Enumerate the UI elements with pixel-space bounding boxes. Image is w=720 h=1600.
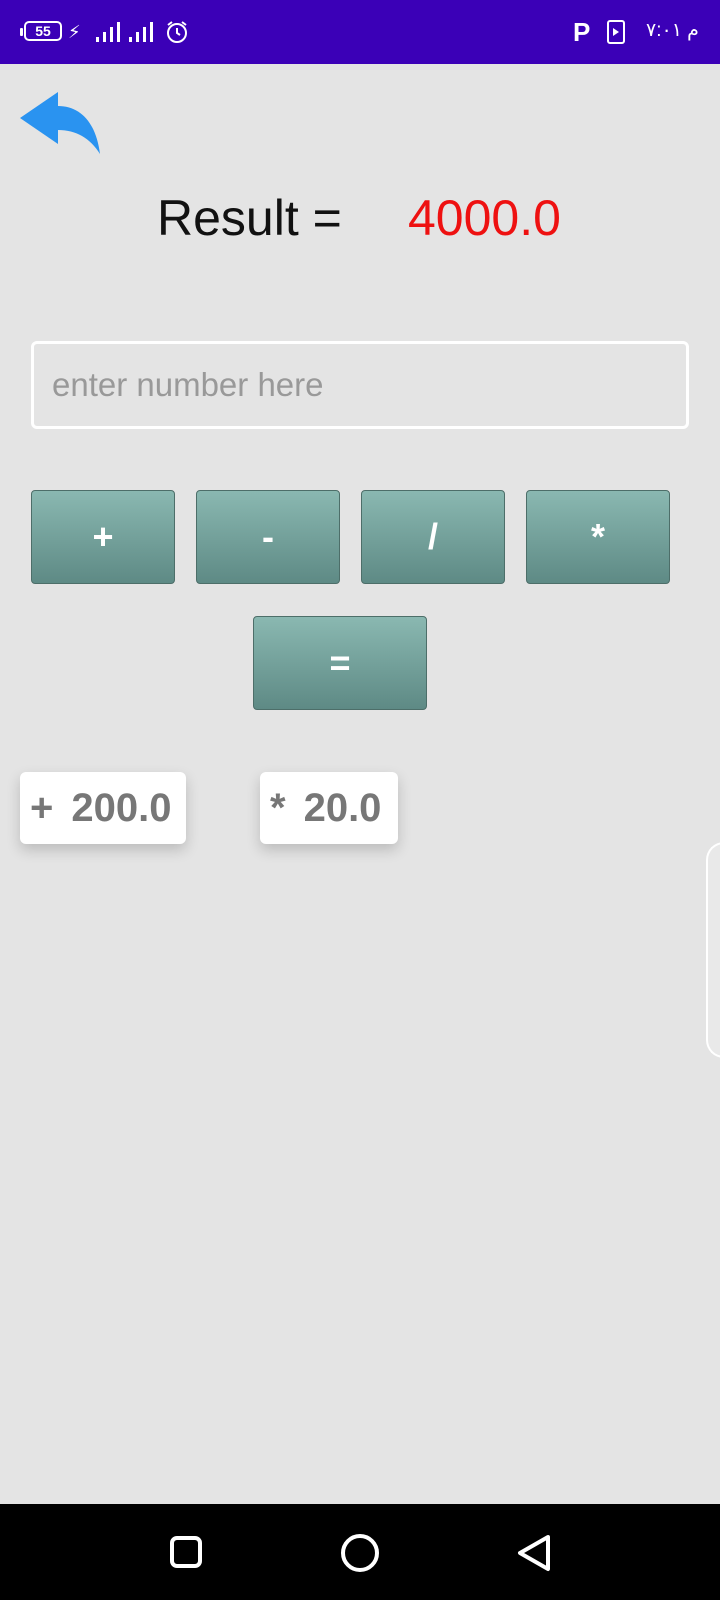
result-label: Result = — [157, 190, 342, 246]
minus-button[interactable]: - — [196, 490, 340, 584]
history-chip[interactable]: + 200.0 — [20, 772, 186, 844]
navigation-bar — [0, 1504, 720, 1600]
nav-back-icon[interactable] — [516, 1534, 552, 1572]
equals-button[interactable]: = — [253, 616, 427, 710]
divide-button[interactable]: / — [361, 490, 505, 584]
clock: م ٧:٠١ — [646, 20, 699, 41]
history-list: + 200.0 * 20.0 — [0, 760, 420, 864]
result-value: 4000.0 — [408, 190, 561, 246]
history-value: 200.0 — [71, 785, 172, 830]
plus-button[interactable]: + — [31, 490, 175, 584]
multiply-button[interactable]: * — [526, 490, 670, 584]
battery-icon: 55 — [20, 21, 62, 41]
recent-apps-icon[interactable] — [170, 1536, 202, 1568]
history-chip[interactable]: * 20.0 — [260, 772, 398, 844]
history-operator: * — [270, 785, 286, 830]
history-operator: + — [30, 785, 54, 830]
back-arrow-icon[interactable] — [18, 90, 102, 158]
parking-app-icon: P — [573, 17, 591, 47]
charging-icon: ⚡ — [68, 22, 81, 42]
history-value: 20.0 — [303, 785, 382, 830]
media-file-icon — [607, 20, 625, 44]
edge-panel-handle[interactable] — [706, 842, 720, 1058]
number-input[interactable] — [31, 341, 689, 429]
signal-icon — [96, 22, 153, 42]
alarm-icon — [167, 21, 187, 43]
battery-level: 55 — [35, 23, 51, 39]
status-bar: 55 ⚡ P م ٧:٠١ — [0, 0, 720, 64]
home-icon[interactable] — [341, 1534, 379, 1572]
